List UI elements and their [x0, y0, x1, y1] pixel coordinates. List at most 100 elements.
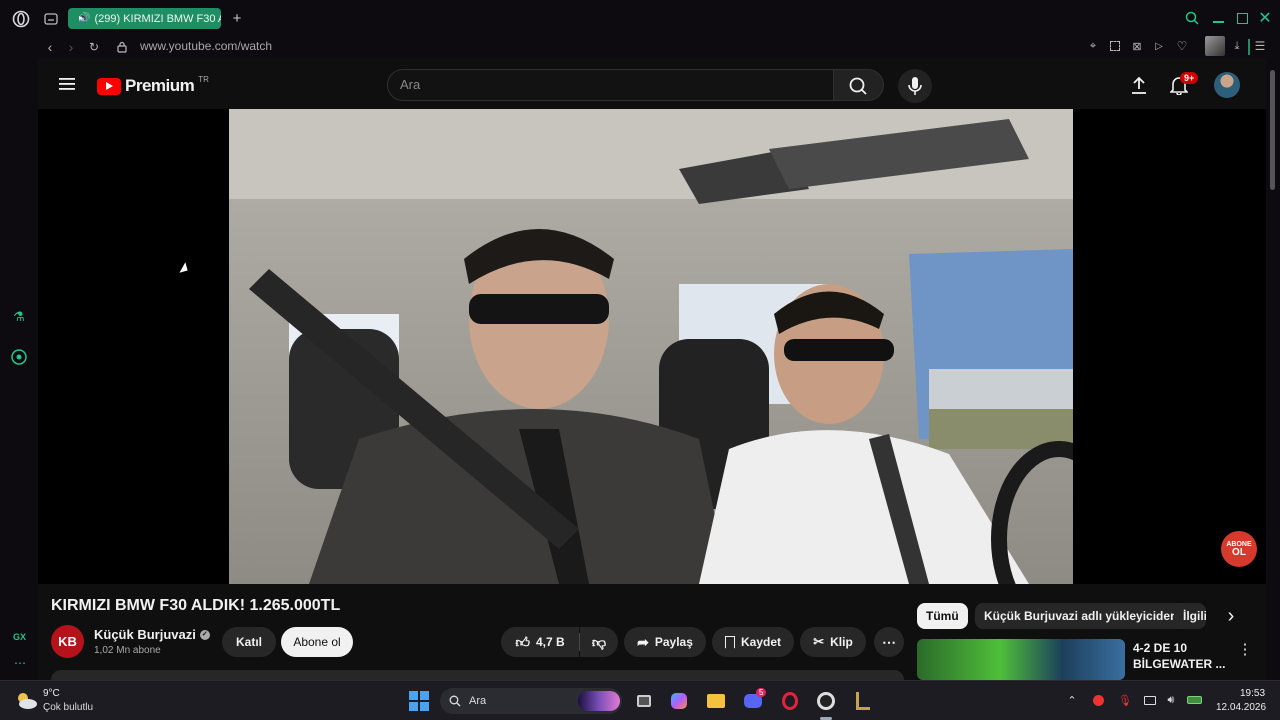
scrollbar-thumb[interactable] [1270, 70, 1275, 190]
youtube-page: Premium TR Ara 9+ ABONE OL KIRMIZI BMW F… [38, 58, 1266, 680]
clip-button[interactable]: ✂ Klip [800, 627, 866, 657]
gx-label[interactable]: GX [13, 632, 26, 642]
player-sidebar-icon[interactable] [10, 348, 28, 366]
search-button[interactable] [834, 69, 884, 101]
back-icon[interactable]: ‹ [42, 39, 58, 55]
battery-icon[interactable] [1186, 693, 1202, 707]
dislike-button[interactable]: 👎︎ [580, 627, 618, 657]
more-icon[interactable]: ⋯ [12, 656, 28, 670]
file-explorer-icon[interactable] [704, 689, 728, 713]
subscribe-label: Abone ol [293, 635, 341, 649]
channel-avatar[interactable]: KB [51, 625, 84, 658]
clock-date[interactable]: 12.04.2026 [1216, 702, 1266, 713]
microphone-icon[interactable]: 🎙︎ [1118, 693, 1132, 707]
tray-app-icon[interactable] [1091, 693, 1105, 707]
subscribe-button[interactable]: Abone ol [281, 627, 353, 657]
snapshot-icon[interactable] [1108, 39, 1122, 53]
thumbs-up-icon: 👍︎ [515, 633, 530, 650]
upload-icon[interactable] [1128, 74, 1150, 96]
tab-youtube[interactable]: 🔊 (299) KIRMIZI BMW F30 ALDIK! [68, 8, 221, 29]
crypto-wallet-icon[interactable]: ⚗ [10, 308, 28, 326]
chip-from-uploader[interactable]: Küçük Burjuvazi adlı yükleyiciden [975, 603, 1187, 629]
subscriber-count: 1,02 Mn abone [94, 645, 161, 656]
logo-region: TR [198, 74, 209, 84]
maximize-icon[interactable] [1234, 10, 1250, 26]
clip-label: Klip [830, 635, 853, 649]
share-button[interactable]: ➦ Paylaş [624, 627, 706, 657]
windows-start-icon[interactable] [407, 689, 431, 713]
save-button[interactable]: Kaydet [712, 627, 794, 657]
address-bar: ‹ › ↻ www.youtube.com/watch ⌖ ⊠ ▷ ♡ ⤓ ☰ [0, 36, 1280, 58]
more-actions-button[interactable]: ⋯ [874, 627, 904, 657]
recommended-video-thumbnail[interactable] [917, 639, 1125, 680]
logo-text: Premium [125, 76, 195, 95]
tray-chevron-icon[interactable]: ⌃ [1065, 693, 1079, 707]
channel-name-text: Küçük Burjuvazi [94, 627, 196, 642]
chip-all[interactable]: Tümü [917, 603, 968, 629]
url-field[interactable]: www.youtube.com/watch [140, 39, 272, 53]
more-horizontal-icon: ⋯ [882, 633, 896, 650]
lock-icon[interactable] [114, 39, 130, 55]
share-label: Paylaş [654, 635, 693, 649]
voice-search-button[interactable] [898, 69, 932, 103]
recommended-title-line2[interactable]: BİLGEWATER ... [1133, 657, 1225, 671]
copilot-icon[interactable] [667, 689, 691, 713]
task-view-icon[interactable] [632, 689, 656, 713]
tab-islands-icon[interactable] [42, 10, 60, 28]
hamburger-menu-icon[interactable] [58, 76, 76, 92]
save-label: Kaydet [740, 635, 781, 649]
like-count: 4,7 B [535, 635, 565, 649]
heart-icon[interactable]: ♡ [1175, 39, 1189, 53]
join-button[interactable]: Katıl [222, 627, 276, 657]
chip-related[interactable]: İlgili [1174, 603, 1206, 629]
weather-desc[interactable]: Çok bulutlu [43, 702, 93, 713]
tab-title: (299) KIRMIZI BMW F30 ALDIK! [94, 12, 221, 25]
search-icon[interactable] [1184, 10, 1200, 26]
search-input[interactable]: Ara [387, 69, 834, 101]
taskbar-search-icon [449, 695, 461, 707]
reload-icon[interactable]: ↻ [86, 39, 102, 55]
taskbar-search[interactable]: Ara [440, 688, 622, 714]
league-of-legends-icon[interactable] [851, 689, 875, 713]
close-icon[interactable]: ✕ [1257, 10, 1273, 27]
taskbar-search-label: Ara [469, 695, 487, 707]
weather-cloud-icon[interactable] [14, 690, 38, 712]
player-icon[interactable]: ▷ [1152, 39, 1166, 53]
opera-logo-icon[interactable] [11, 9, 31, 29]
subscribe-overlay-badge[interactable]: ABONE OL [1221, 531, 1257, 567]
video-player[interactable]: ABONE OL [38, 109, 1266, 584]
chevron-right-icon[interactable]: › [1222, 605, 1240, 627]
bookmark-icon [724, 635, 735, 649]
weather-temp[interactable]: 9°C [43, 688, 60, 699]
divider [1248, 39, 1250, 55]
video-frame[interactable] [229, 109, 1073, 584]
scissors-icon: ✂ [813, 634, 825, 649]
youtube-logo[interactable]: Premium TR [97, 74, 209, 96]
account-avatar[interactable] [1214, 72, 1240, 98]
verified-icon: ✓ [199, 629, 210, 640]
chip-uploader-label: Küçük Burjuvazi adlı yükleyiciden [984, 609, 1178, 623]
download-icon[interactable]: ⤓ [1230, 39, 1244, 53]
chip-related-label: İlgili [1183, 609, 1206, 623]
opera-gx-taskbar-icon[interactable] [814, 689, 838, 713]
like-button[interactable]: 👍︎ 4,7 B [501, 627, 579, 657]
minimize-icon[interactable] [1210, 10, 1226, 26]
channel-name[interactable]: Küçük Burjuvazi ✓ [94, 627, 210, 642]
adblock-icon[interactable]: ⊠ [1130, 39, 1144, 53]
clock-time[interactable]: 19:53 [1240, 688, 1265, 699]
pin-icon[interactable]: ⌖ [1086, 39, 1100, 53]
channel-logo-text: KB [58, 634, 77, 649]
menu-icon[interactable]: ☰ [1253, 39, 1267, 53]
network-icon[interactable] [1143, 693, 1157, 707]
profile-avatar[interactable] [1205, 36, 1225, 56]
recommended-title-line1[interactable]: 4-2 DE 10 [1133, 641, 1187, 655]
windows-taskbar: 9°C Çok bulutlu Ara 5 ⌃ 🎙︎ 🔊︎ 19:53 12.0… [0, 680, 1280, 720]
opera-taskbar-icon[interactable] [778, 689, 802, 713]
new-tab-icon[interactable]: + [230, 10, 244, 27]
page-scrollbar[interactable] [1266, 58, 1280, 680]
volume-icon[interactable]: 🔊︎ [1164, 693, 1178, 707]
more-vertical-icon[interactable]: ⋮ [1237, 640, 1253, 658]
forward-icon[interactable]: › [63, 39, 79, 55]
overlay-badge-line2: OL [1232, 547, 1246, 558]
join-label: Katıl [235, 635, 262, 649]
